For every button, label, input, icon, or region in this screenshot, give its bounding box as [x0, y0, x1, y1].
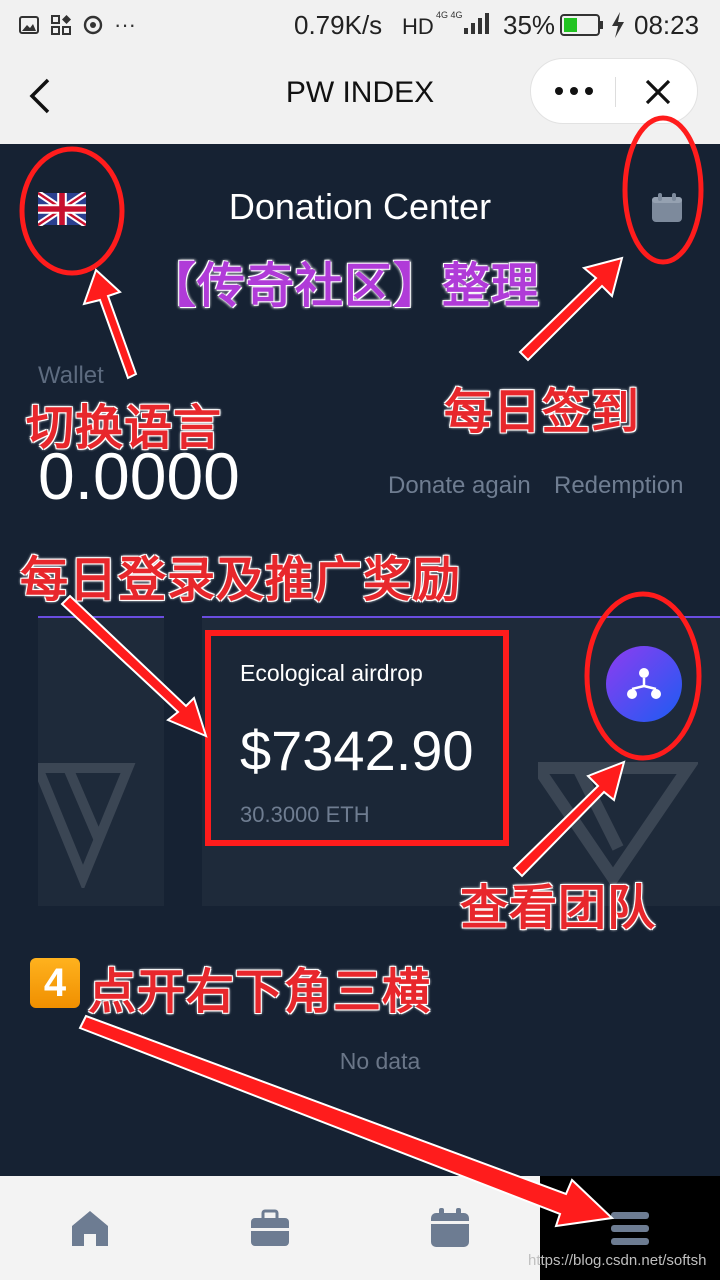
close-icon[interactable] — [643, 77, 673, 107]
location-icon — [83, 15, 103, 35]
view-team-button[interactable] — [606, 646, 682, 722]
status-bar: ··· 0.79K/s HD 4G 4G 35% 08:23 — [0, 0, 720, 50]
battery-icon — [560, 14, 603, 36]
calendar-checkin-icon[interactable] — [650, 192, 684, 224]
redemption-link[interactable]: Redemption — [554, 472, 683, 500]
airdrop-value: $7342.90 — [240, 719, 474, 782]
home-icon[interactable] — [68, 1206, 112, 1250]
annotation-step-badge: 4 — [30, 958, 80, 1008]
mini-program-capsule — [530, 58, 698, 124]
signal-icon — [464, 13, 489, 34]
annotation-view-team: 查看团队 — [460, 882, 657, 935]
status-more: ··· — [114, 12, 136, 37]
network-type: HD — [402, 14, 434, 39]
empty-list-text: No data — [339, 1048, 421, 1074]
brand-watermark-icon — [38, 763, 136, 888]
capsule-divider — [615, 77, 616, 107]
charging-icon — [612, 12, 624, 38]
airdrop-label: Ecological airdrop — [240, 660, 423, 686]
status-icons: ··· — [18, 12, 136, 38]
wallet-label: Wallet — [38, 362, 104, 389]
apps-icon — [51, 15, 71, 35]
page-title: Donation Center — [228, 186, 492, 227]
airdrop-eth: 30.3000 ETH — [240, 802, 370, 827]
image-icon — [19, 16, 39, 34]
annotation-daily-reward: 每日登录及推广奖励 — [20, 554, 462, 607]
csdn-watermark: https://blog.csdn.net/softsh — [528, 1252, 707, 1269]
battery-percent: 35% — [503, 10, 556, 40]
calendar-icon[interactable] — [428, 1206, 472, 1250]
annotation-open-menu: 点开右下角三横 — [88, 966, 432, 1019]
donate-again-link[interactable]: Donate again — [388, 472, 531, 500]
network-speed: 0.79K/s — [294, 10, 383, 40]
title-bar: PW INDEX — [0, 50, 720, 144]
briefcase-icon[interactable] — [248, 1206, 292, 1250]
clock: 08:23 — [634, 10, 700, 40]
more-options-icon[interactable] — [553, 83, 595, 99]
annotation-daily-checkin: 每日签到 — [444, 386, 641, 439]
annotation-switch-language: 切换语言 — [26, 402, 223, 455]
card-prev[interactable] — [38, 616, 164, 906]
network-generation: 4G 4G — [436, 10, 463, 20]
menu-icon[interactable] — [608, 1206, 652, 1250]
team-network-icon — [627, 668, 661, 699]
annotation-banner: 【传奇社区】整理 — [148, 260, 541, 313]
